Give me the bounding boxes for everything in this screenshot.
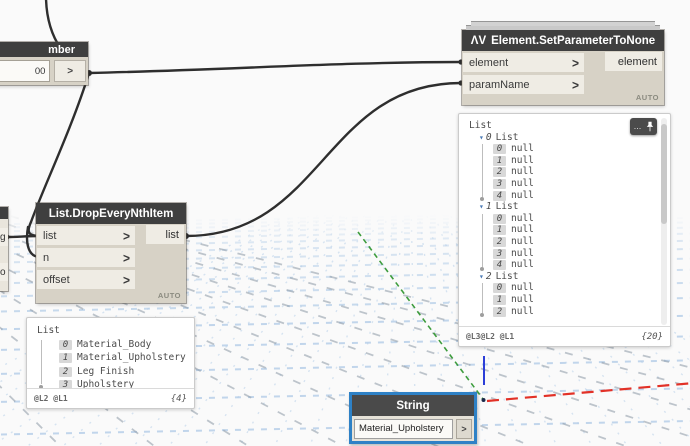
preview-content: List 0 Material_Body 1 Material_Upholstery 2 L… (27, 318, 194, 389)
list-levels[interactable]: @L2 @L1 (34, 394, 68, 403)
port-fragment: o (0, 263, 8, 281)
node-header[interactable]: List.DropEveryNthItem (36, 203, 186, 224)
more-icon: … (633, 121, 643, 131)
node-number-partial[interactable]: mber 00 > (0, 42, 88, 85)
input-port-element[interactable]: element > (463, 53, 584, 72)
list-item: 1 null (493, 224, 662, 236)
list-item: 0 null (493, 213, 662, 225)
list-item: 1 null (493, 155, 662, 167)
preview-bubble-materials-list: List 0 Material_Body 1 Material_Upholstery 2 L… (26, 317, 195, 409)
node-header (0, 207, 8, 219)
string-value-input[interactable]: Material_Upholstery (354, 418, 453, 439)
node-partial-left-edge[interactable]: g o (0, 207, 8, 291)
list-item: 3 null (493, 248, 662, 260)
list-item: 3 null (493, 178, 662, 190)
scrollbar-thumb[interactable] (661, 124, 667, 224)
preview-content: List ▾ 0 List 0 null 1 null 2 null 3 null 4 null ▾ 1 Lis… (459, 114, 670, 327)
list-item: 2 null (493, 166, 662, 178)
input-port-n[interactable]: n > (37, 248, 135, 267)
list-group[interactable]: ▾ 2 List 0 null 1 null 2 null (469, 271, 662, 317)
wire[interactable] (87, 60, 463, 75)
output-port-element[interactable]: element (605, 52, 662, 71)
node-header[interactable]: mber (0, 42, 88, 57)
package-icon: ΛV (470, 34, 487, 47)
list-item: 4 null (493, 190, 662, 202)
input-port-offset[interactable]: offset > (37, 270, 135, 289)
dynamo-canvas[interactable]: mber 00 > ΛV Element.SetParameterToNone … (0, 0, 690, 446)
lacing-indicator: AUTO (635, 93, 659, 102)
list-item: 0 null (493, 143, 662, 155)
chevron-icon: > (122, 271, 130, 288)
stacked-node-edge (471, 21, 655, 26)
input-port-list[interactable]: list > (37, 226, 135, 245)
node-element-setparametertonone[interactable]: ΛV Element.SetParameterToNone element > … (462, 21, 664, 105)
list-group[interactable]: ▾ 0 List 0 null 1 null 2 null 3 null 4 null (469, 132, 662, 202)
output-port[interactable]: > (456, 418, 472, 439)
chevron-icon: > (571, 54, 579, 71)
number-value-input[interactable]: 00 (0, 60, 51, 82)
list-item: 2 null (493, 236, 662, 248)
list-item: 0 Material_Body (59, 338, 186, 352)
item-count: {20} (641, 331, 663, 342)
wire[interactable] (184, 81, 463, 238)
list-item: 0 null (493, 282, 662, 294)
chevron-icon: > (571, 76, 579, 93)
node-title: Element.SetParameterToNone (491, 34, 656, 47)
lacing-indicator: AUTO (157, 291, 181, 300)
pin-icon (646, 121, 653, 132)
list-item: 4 null (493, 259, 662, 271)
list-item: 2 null (493, 306, 662, 318)
list-item: 2 Leg Finish (59, 365, 186, 379)
node-header[interactable]: ΛV Element.SetParameterToNone (462, 30, 664, 51)
port-fragment: g (0, 228, 8, 246)
preview-bubble-nested-list: List ▾ 0 List 0 null 1 null 2 null 3 null 4 null ▾ 1 Lis… (458, 113, 671, 347)
node-header[interactable]: String (352, 395, 474, 416)
list-group[interactable]: ▾ 1 List 0 null 1 null 2 null 3 null 4 null (469, 201, 662, 271)
node-string[interactable]: String Material_Upholstery > (349, 392, 477, 444)
chevron-icon: > (122, 249, 130, 266)
list-levels[interactable]: @L3@L2 @L1 (466, 332, 514, 341)
chevron-icon: > (122, 227, 130, 244)
input-port-paramname[interactable]: paramName > (463, 75, 584, 94)
scrollbar[interactable] (661, 118, 667, 325)
node-list-dropeverynthitem[interactable]: List.DropEveryNthItem list > n > offset … (36, 203, 186, 303)
output-port[interactable]: > (54, 60, 86, 82)
list-item: 1 Material_Upholstery (59, 351, 186, 365)
item-count: {4} (170, 393, 187, 404)
list-item: 1 null (493, 294, 662, 306)
preview-pin-button[interactable]: … (630, 118, 657, 135)
output-port-list[interactable]: list (146, 225, 184, 244)
